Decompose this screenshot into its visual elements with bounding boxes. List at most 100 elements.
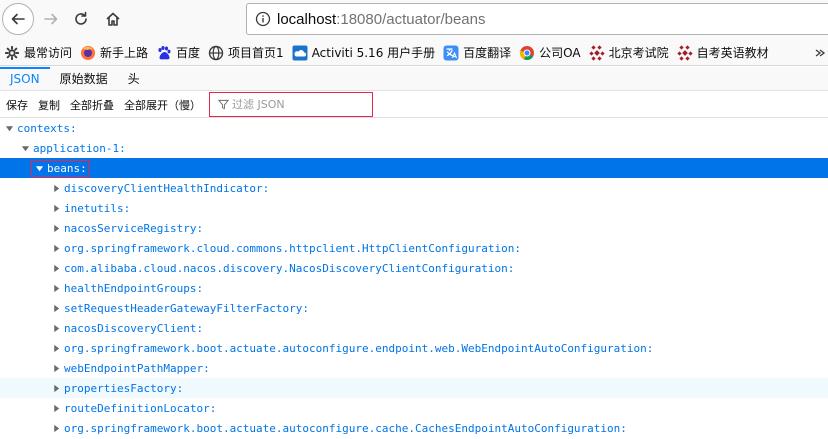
baidu-paw-icon [156, 45, 172, 61]
filter-json-field[interactable] [209, 92, 373, 117]
url-bar[interactable]: localhost:18080/actuator/beans [246, 3, 828, 35]
filter-json-input[interactable] [232, 98, 372, 111]
bean-row[interactable]: nacosServiceRegistry: [0, 218, 828, 238]
bookmark-self-exam-english[interactable]: 自考英语教材 [673, 42, 773, 64]
bookmark-label: 最常访问 [24, 46, 73, 60]
reload-button[interactable] [68, 6, 94, 32]
bean-key: healthEndpointGroups: [64, 281, 204, 295]
collapsed-twisty-icon[interactable] [51, 363, 61, 373]
expanded-twisty-icon[interactable] [34, 163, 44, 173]
bookmark-label: 自考英语教材 [696, 46, 769, 60]
collapsed-twisty-icon[interactable] [51, 283, 61, 293]
filter-icon [218, 99, 229, 111]
tab-raw-data[interactable]: 原始数据 [50, 67, 118, 90]
tree-key: beans: [47, 161, 87, 175]
bookmark-most-visited[interactable]: 最常访问 [0, 42, 76, 64]
tree-row-contexts[interactable]: contexts: [0, 118, 828, 138]
bean-key: setRequestHeaderGatewayFilterFactory: [64, 301, 310, 315]
collapsed-twisty-icon[interactable] [51, 243, 61, 253]
copy-button[interactable]: 复制 [33, 94, 65, 116]
bean-key: org.springframework.boot.actuate.autocon… [64, 341, 654, 355]
bean-key: org.springframework.cloud.commons.httpcl… [64, 241, 521, 255]
bookmark-label: 项目首页1 [228, 46, 284, 60]
bookmark-label: 百度翻译 [463, 46, 512, 60]
bean-key: routeDefinitionLocator: [64, 401, 217, 415]
bean-key: org.springframework.boot.actuate.autocon… [64, 421, 627, 435]
bean-row[interactable]: inetutils: [0, 198, 828, 218]
bean-row[interactable]: healthEndpointGroups: [0, 278, 828, 298]
back-arrow-icon [11, 13, 25, 25]
tree-row-beans[interactable]: beans: [0, 158, 828, 178]
collapsed-twisty-icon[interactable] [51, 343, 61, 353]
bookmark-company-oa[interactable]: 公司OA [515, 42, 584, 64]
collapsed-twisty-icon[interactable] [51, 183, 61, 193]
beans-highlight-box: beans: [31, 159, 90, 177]
navigation-bar: localhost:18080/actuator/beans [0, 0, 828, 40]
forward-button[interactable] [38, 6, 64, 32]
collapsed-twisty-icon[interactable] [51, 323, 61, 333]
bookmarks-more-icon[interactable] [812, 42, 828, 64]
bookmark-label: 新手上路 [100, 46, 149, 60]
chrome-icon [519, 45, 535, 61]
globe-icon [208, 45, 224, 61]
bean-key: discoveryClientHealthIndicator: [64, 181, 270, 195]
collapsed-twisty-icon[interactable] [51, 403, 61, 413]
bean-row[interactable]: nacosDiscoveryClient: [0, 318, 828, 338]
gear-icon [4, 45, 20, 61]
back-button[interactable] [2, 3, 34, 35]
bean-list: discoveryClientHealthIndicator: inetutils… [0, 178, 828, 438]
bean-row[interactable]: discoveryClientHealthIndicator: [0, 178, 828, 198]
expanded-twisty-icon[interactable] [4, 123, 14, 133]
collapsed-twisty-icon[interactable] [51, 303, 61, 313]
url-path: :18080/actuator/beans [336, 10, 486, 28]
url-host: localhost [277, 10, 337, 28]
bean-key: nacosServiceRegistry: [64, 221, 204, 235]
tree-row-application[interactable]: application-1: [0, 138, 828, 158]
collapsed-twisty-icon[interactable] [51, 383, 61, 393]
collapsed-twisty-icon[interactable] [51, 263, 61, 273]
bean-row[interactable]: org.springframework.boot.actuate.autocon… [0, 418, 828, 438]
collapsed-twisty-icon[interactable] [51, 223, 61, 233]
bookmark-label: 公司OA [539, 46, 581, 60]
tab-json[interactable]: JSON [0, 67, 50, 90]
bean-row[interactable]: com.alibaba.cloud.nacos.discovery.NacosD… [0, 258, 828, 278]
info-icon[interactable] [255, 11, 271, 27]
bookmark-label: 北京考试院 [608, 46, 669, 60]
save-button[interactable]: 保存 [0, 94, 33, 116]
bookmarks-toolbar: 最常访问 新手上路 百度 项目首页1 Activiti 5.16 用户手册 百度… [0, 40, 828, 66]
bookmark-beijing-exam[interactable]: 北京考试院 [585, 42, 673, 64]
viewer-tabs: JSON 原始数据 头 [0, 67, 828, 91]
expand-all-button[interactable]: 全部展开（慢） [119, 94, 206, 116]
json-toolbar: 保存 复制 全部折叠 全部展开（慢） [0, 92, 828, 118]
bean-row[interactable]: org.springframework.cloud.commons.httpcl… [0, 238, 828, 258]
expanded-twisty-icon[interactable] [20, 143, 30, 153]
bookmark-baidu-translate[interactable]: 百度翻译 [439, 42, 515, 64]
cloud-icon [292, 45, 308, 61]
home-button[interactable] [100, 6, 126, 32]
bean-key: inetutils: [64, 201, 131, 215]
url-text: localhost:18080/actuator/beans [277, 11, 486, 28]
collapse-all-button[interactable]: 全部折叠 [65, 94, 119, 116]
firefox-icon [80, 45, 96, 61]
bean-row[interactable]: setRequestHeaderGatewayFilterFactory: [0, 298, 828, 318]
bean-row[interactable]: propertiesFactory: [0, 378, 828, 398]
bean-key: webEndpointPathMapper: [64, 361, 210, 375]
bookmark-getting-started[interactable]: 新手上路 [76, 42, 152, 64]
bean-row[interactable]: routeDefinitionLocator: [0, 398, 828, 418]
bookmark-project-home[interactable]: 项目首页1 [204, 42, 288, 64]
exam-icon [677, 44, 693, 61]
tree-key: contexts: [17, 121, 77, 135]
tree-key: application-1: [33, 141, 126, 155]
bean-key: nacosDiscoveryClient: [64, 321, 204, 335]
collapsed-twisty-icon[interactable] [51, 203, 61, 213]
bookmark-label: Activiti 5.16 用户手册 [311, 46, 436, 60]
bean-row[interactable]: webEndpointPathMapper: [0, 358, 828, 378]
bookmark-activiti-manual[interactable]: Activiti 5.16 用户手册 [288, 42, 439, 64]
exam-icon [589, 44, 605, 61]
tab-headers[interactable]: 头 [118, 67, 150, 90]
translate-icon [443, 45, 459, 61]
bookmark-baidu[interactable]: 百度 [152, 42, 204, 64]
collapsed-twisty-icon[interactable] [51, 423, 61, 433]
bean-row[interactable]: org.springframework.boot.actuate.autocon… [0, 338, 828, 358]
reload-icon [75, 11, 87, 25]
